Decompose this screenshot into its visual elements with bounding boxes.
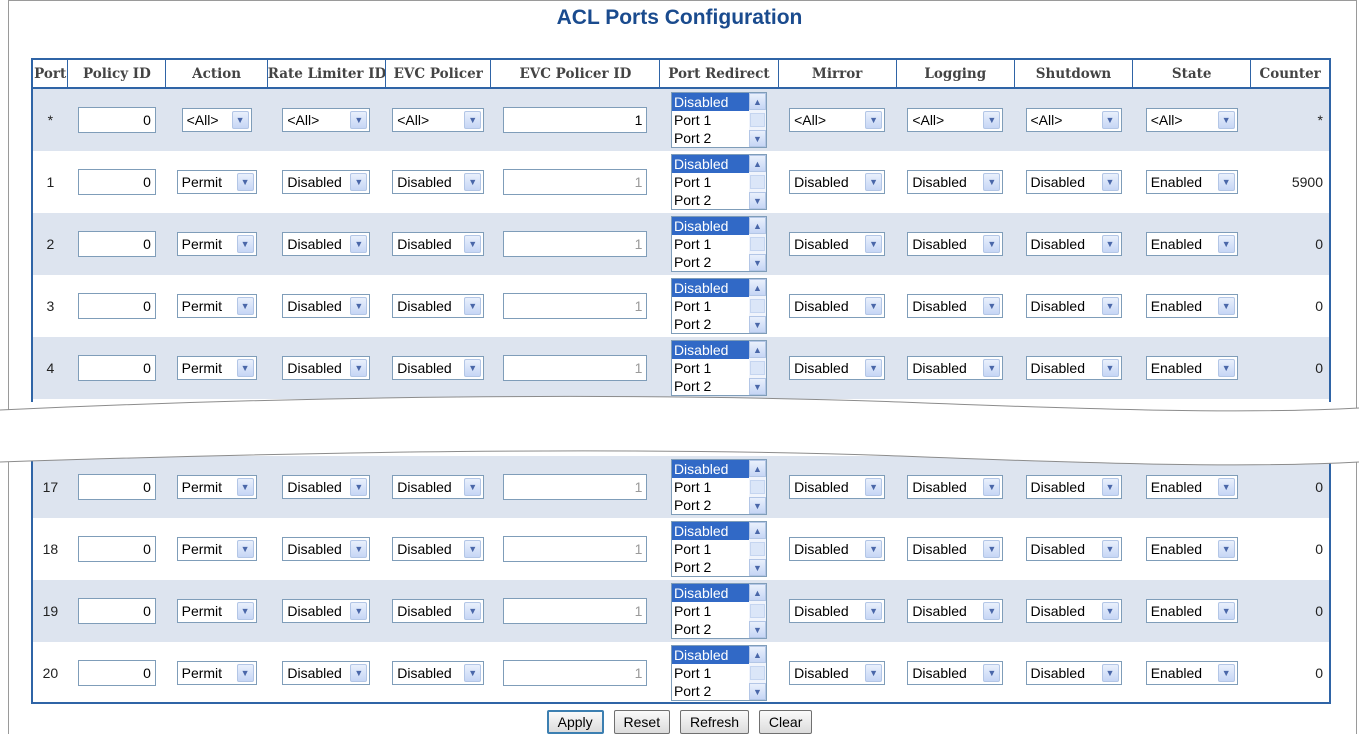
table-break-indicator	[0, 395, 1359, 466]
apply-button[interactable]: Apply	[546, 710, 604, 734]
button-bar: Apply Reset Refresh Clear	[0, 710, 1359, 734]
reset-button[interactable]: Reset	[613, 710, 671, 734]
clear-button[interactable]: Clear	[758, 710, 813, 734]
refresh-button[interactable]: Refresh	[680, 710, 750, 734]
